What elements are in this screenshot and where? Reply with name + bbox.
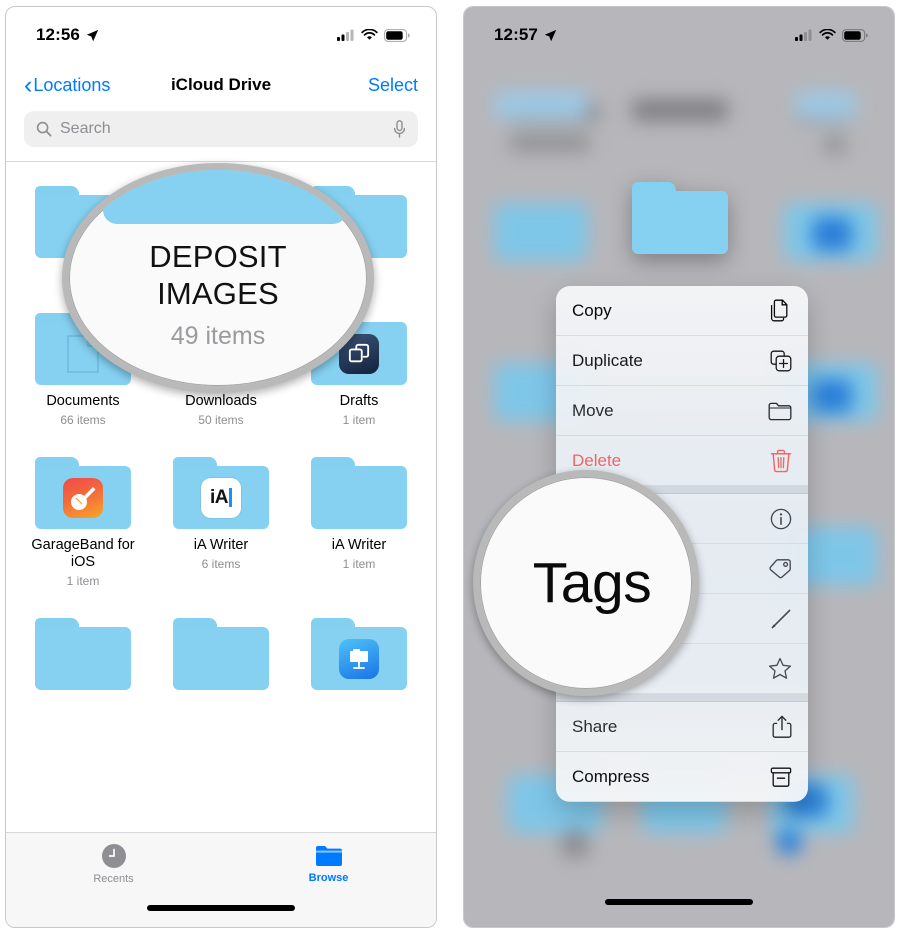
menu-item-label: Duplicate (572, 350, 643, 370)
selected-folder-icon[interactable] (632, 182, 728, 254)
garageband-app-icon (63, 477, 103, 518)
share-icon (772, 715, 792, 739)
menu-item-duplicate[interactable]: Duplicate (556, 336, 808, 386)
status-time: 12:56 (36, 25, 80, 44)
search-bar[interactable] (24, 111, 418, 147)
status-time-group: 12:57 (494, 25, 557, 45)
grid-item[interactable] (152, 608, 290, 712)
grid-item-count: 1 item (342, 557, 376, 572)
folder-icon (311, 618, 407, 691)
tab-recents-label: Recents (93, 873, 134, 885)
tab-browse-label: Browse (308, 872, 349, 884)
magnified-folder-count: 49 items (170, 322, 266, 351)
plain-folder-icon (173, 618, 269, 691)
navigation-bar: ‹ Locations iCloud Drive Select (6, 63, 436, 107)
grid-item-ia-writer-1[interactable]: iA Writer 1 item (290, 447, 428, 602)
magnified-folder-edge (103, 170, 347, 224)
info-circle-icon (770, 508, 792, 530)
plain-folder-icon (35, 618, 131, 691)
folder-icon (35, 457, 131, 530)
search-input[interactable] (52, 120, 393, 138)
menu-item-share[interactable]: Share (556, 702, 808, 752)
grid-item-count: 1 item (66, 574, 100, 589)
folder-icon (315, 844, 343, 868)
wifi-icon (819, 29, 836, 41)
grid-item-name: iA Writer (331, 537, 387, 554)
status-time-group: 12:56 (36, 25, 99, 45)
menu-item-label: Move (572, 400, 614, 420)
menu-item-label: Copy (572, 300, 612, 320)
plain-folder-icon (311, 457, 407, 530)
magnifier-callout-right: Tags (473, 470, 699, 696)
compress-icon (770, 766, 792, 788)
tab-recents[interactable]: Recents (6, 833, 221, 895)
wifi-icon (361, 29, 378, 41)
grid-item-name: Drafts (339, 393, 379, 409)
copy-icon (770, 299, 792, 323)
back-button-locations[interactable]: ‹ Locations (24, 70, 111, 99)
home-indicator[interactable] (147, 905, 295, 911)
keynote-app-icon (339, 638, 379, 679)
location-arrow-icon (86, 29, 99, 42)
grid-item-count: 66 items (60, 413, 106, 428)
magnified-folder-name-line2: IMAGES (157, 275, 279, 311)
select-button[interactable]: Select (368, 75, 418, 96)
grid-item-garageband[interactable]: GarageBand for iOS 1 item (14, 447, 152, 602)
grid-item-name: GarageBand for iOS (31, 537, 135, 571)
folder-move-icon (768, 401, 792, 421)
star-icon (768, 657, 792, 680)
trash-icon (770, 449, 792, 473)
grid-item-ia-writer-6[interactable]: iA iA Writer 6 items (152, 447, 290, 602)
search-container (6, 107, 436, 161)
menu-item-label: Compress (572, 766, 650, 786)
tab-bar: Recents Browse (6, 832, 436, 927)
menu-item-label: Delete (572, 450, 622, 470)
screenshot-stage: 12:56 ‹ Locations iCloud Drive Select Se… (0, 0, 900, 934)
grid-item-name: iA Writer (193, 537, 249, 554)
cellular-bars-icon (337, 29, 355, 41)
duplicate-icon (770, 350, 792, 372)
grid-item-name: Downloads (185, 393, 257, 409)
location-arrow-icon (544, 29, 557, 42)
chevron-left-icon: ‹ (24, 70, 33, 99)
microphone-icon[interactable] (393, 120, 406, 138)
status-bar-right: 12:57 (464, 7, 894, 63)
tab-browse[interactable]: Browse (221, 833, 436, 895)
pencil-icon (770, 608, 792, 630)
text-caret-icon (229, 488, 232, 508)
grid-item-keynote[interactable] (290, 608, 428, 712)
status-indicators (337, 28, 410, 42)
menu-item-compress[interactable]: Compress (556, 752, 808, 802)
left-phone-screenshot: 12:56 ‹ Locations iCloud Drive Select Se… (5, 6, 437, 928)
status-time: 12:57 (494, 25, 538, 44)
cellular-bars-icon (795, 29, 813, 41)
search-icon (36, 121, 52, 137)
tag-icon (768, 558, 792, 580)
ia-writer-wordmark: iA (210, 486, 229, 508)
magnified-menu-label: Tags (532, 551, 652, 615)
home-indicator[interactable] (605, 899, 753, 905)
menu-item-copy[interactable]: Copy (556, 286, 808, 336)
grid-item-count: 1 item (342, 413, 376, 428)
status-indicators (795, 28, 868, 42)
clock-icon (101, 843, 127, 869)
battery-icon (842, 28, 868, 42)
menu-item-label: Share (572, 716, 618, 736)
status-bar-left: 12:56 (6, 7, 436, 63)
folder-icon: iA (173, 457, 269, 530)
back-button-label: Locations (33, 74, 111, 95)
menu-item-move[interactable]: Move (556, 386, 808, 436)
grid-item-count: 6 items (201, 557, 241, 572)
ia-writer-app-icon: iA (201, 477, 241, 518)
grid-item-name: Documents (46, 393, 120, 409)
grid-item[interactable] (14, 608, 152, 712)
grid-item-count: 50 items (198, 413, 244, 428)
magnifier-callout-left: DEPOSIT IMAGES 49 items (62, 163, 374, 393)
magnified-folder-name-line1: DEPOSIT (149, 238, 287, 274)
battery-icon (384, 28, 410, 42)
magnified-folder-name: DEPOSIT IMAGES (149, 239, 286, 312)
